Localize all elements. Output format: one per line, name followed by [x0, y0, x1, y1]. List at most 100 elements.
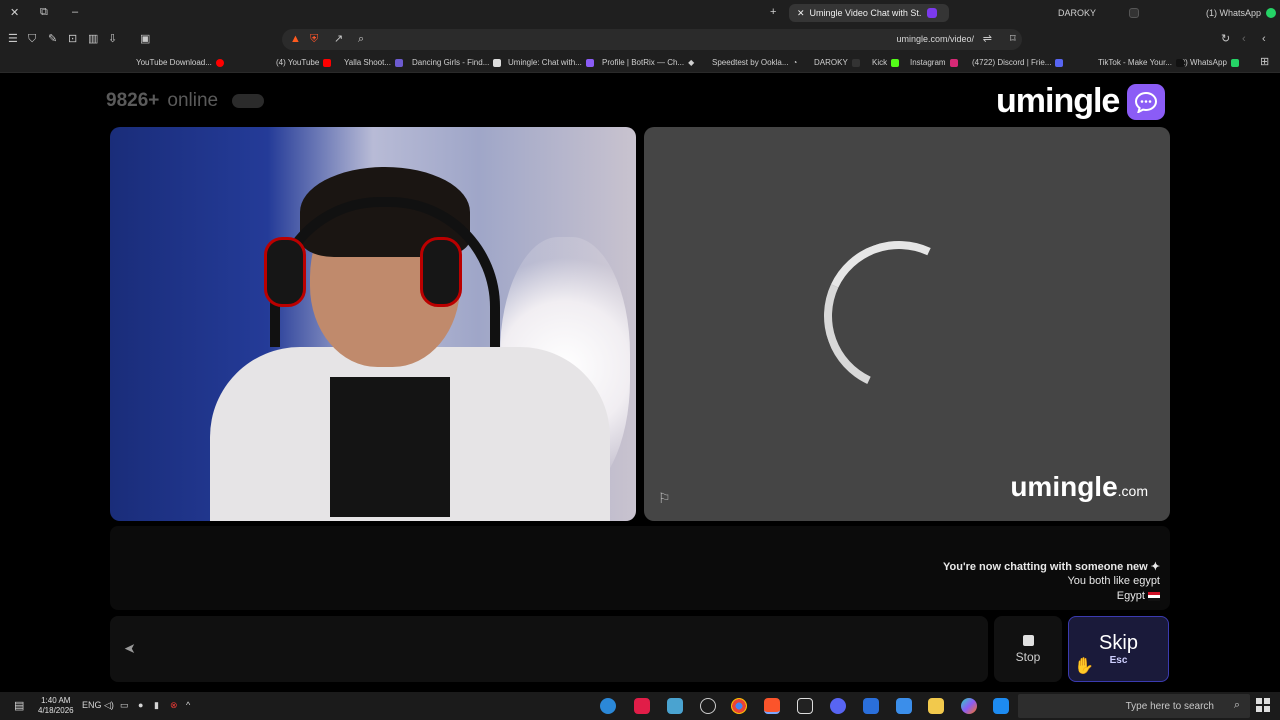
- reload-icon[interactable]: ↻: [1221, 33, 1230, 45]
- youtube-download-icon: [215, 58, 224, 67]
- shield-icon[interactable]: ⛉: [28, 33, 36, 45]
- bookmark-label: Dancing Girls - Find...: [412, 58, 490, 67]
- back-icon[interactable]: ‹: [1262, 33, 1266, 45]
- close-window-icon[interactable]: ✕: [10, 6, 19, 19]
- bookmark-item[interactable]: (4) YouTube: [276, 58, 332, 67]
- speedtest-icon: ◔: [792, 58, 798, 67]
- edge-app-icon[interactable]: [993, 698, 1009, 714]
- discord-icon: [1055, 58, 1064, 67]
- bookmark-item[interactable]: Instagram: [910, 58, 958, 67]
- bookmark-item[interactable]: Speedtest by Ookla... ◔: [712, 58, 797, 67]
- umingle-logo[interactable]: umingle: [996, 82, 1166, 121]
- brave-app-icon[interactable]: [764, 698, 780, 714]
- bookmark-item[interactable]: Dancing Girls - Find...: [412, 58, 502, 67]
- tab-umingle[interactable]: ✕ Umingle Video Chat with St...: [789, 4, 949, 22]
- zoom-icon[interactable]: ⌕: [358, 33, 364, 45]
- kick-studio-app-icon[interactable]: [634, 698, 650, 714]
- volume-icon[interactable]: ◁): [104, 700, 114, 711]
- notepad-app-icon[interactable]: [667, 698, 683, 714]
- watermark-main: umingle: [1010, 471, 1118, 502]
- microphone-icon[interactable]: ●: [138, 700, 143, 710]
- stop-icon: [1022, 634, 1034, 646]
- tab-whatsapp[interactable]: (1) WhatsApp: [1198, 4, 1280, 22]
- system-message: You're now chatting with someone new ✦: [943, 560, 1160, 573]
- stop-button[interactable]: Stop: [994, 616, 1062, 682]
- bookmark-item[interactable]: TikTok - Make Your...: [1098, 58, 1184, 67]
- copilot-app-icon[interactable]: [961, 698, 977, 714]
- umingle-favicon-icon: [926, 8, 937, 18]
- online-count: 9826+: [106, 90, 160, 111]
- obs-app-icon[interactable]: [700, 698, 716, 714]
- site-settings-icon[interactable]: ⇌: [983, 33, 992, 45]
- recording-icon[interactable]: ⊗: [170, 700, 178, 711]
- bookmark-icon[interactable]: ⌑: [1010, 33, 1016, 45]
- notifications-icon[interactable]: ▤: [14, 699, 24, 712]
- url-text: umingle.com/video/: [896, 34, 974, 44]
- hand-cursor-icon: ✋: [1074, 658, 1094, 675]
- bookmarks-bar: ⊞ (2) WhatsApp TikTok - Make Your... (47…: [0, 53, 1280, 73]
- tiktok-icon: [1175, 58, 1184, 67]
- online-toggle[interactable]: [232, 94, 265, 108]
- tab-daroky[interactable]: DAROKY: [1050, 4, 1147, 22]
- taskbar-search[interactable]: Type here to search ⌕: [1018, 694, 1250, 718]
- logo-text: umingle: [996, 82, 1120, 120]
- bookmark-item[interactable]: Yalla Shoot...: [344, 58, 403, 67]
- bookmark-item[interactable]: Umingle: Chat with...: [508, 58, 594, 67]
- show-hidden-icons-icon[interactable]: ^: [186, 700, 190, 710]
- screenshot-icon[interactable]: ⊡: [68, 33, 77, 45]
- egypt-flag-icon: [1148, 591, 1160, 601]
- telegram-app-icon[interactable]: [600, 698, 616, 714]
- download-icon[interactable]: ⇩: [108, 33, 117, 45]
- bookmark-label: Profile | BotRix — Ch...: [602, 58, 685, 67]
- minimize-window-icon[interactable]: –: [72, 6, 78, 18]
- umingle-icon: [585, 58, 594, 67]
- bookmark-item[interactable]: Kick: [872, 58, 900, 67]
- new-tab-button[interactable]: +: [770, 6, 776, 18]
- daroky-favicon-icon: [1129, 8, 1140, 18]
- clock-time: 1:40 AM: [41, 696, 71, 705]
- common-interest-message: You both like egypt: [1067, 575, 1160, 587]
- file-explorer-app-icon[interactable]: [928, 698, 944, 714]
- bookmark-label: Umingle: Chat with...: [508, 58, 582, 67]
- search-icon: ⌕: [1233, 699, 1240, 711]
- bookmark-item[interactable]: YouTube Download...: [136, 58, 224, 67]
- close-tab-icon[interactable]: ✕: [797, 8, 805, 19]
- brave-rewards-icon[interactable]: ▲: [290, 33, 301, 45]
- sidebar-icon[interactable]: ▥: [88, 33, 98, 45]
- tab-bar: ✕ ⧉ – + ✕ Umingle Video Chat with St... …: [0, 0, 1280, 26]
- whatsapp-favicon-icon: [1266, 8, 1277, 18]
- discord-app-icon[interactable]: [830, 698, 846, 714]
- language-indicator[interactable]: ENG: [82, 700, 102, 710]
- chrome-app-icon[interactable]: [731, 698, 747, 714]
- store-app-icon[interactable]: [896, 698, 912, 714]
- message-text: You're now chatting with someone new: [943, 561, 1148, 573]
- chat-bubble-icon: [1127, 83, 1166, 120]
- bookmark-item[interactable]: Profile | BotRix — Ch... ◆: [602, 58, 694, 67]
- share-icon[interactable]: ↗: [334, 33, 343, 45]
- apps-grid-icon[interactable]: ⊞: [1260, 56, 1269, 68]
- bookmark-label: Speedtest by Ookla...: [712, 58, 789, 67]
- extensions-icon[interactable]: ✎: [48, 33, 57, 45]
- bookmark-item[interactable]: (4722) Discord | Frie...: [972, 58, 1064, 67]
- mail-app-icon[interactable]: [863, 698, 879, 714]
- network-icon[interactable]: ▭: [120, 700, 129, 711]
- send-icon[interactable]: ➤: [124, 640, 136, 657]
- system-clock[interactable]: 1:40 AM 4/18/2026: [38, 696, 74, 716]
- bookmark-label: (4) YouTube: [276, 58, 320, 67]
- menu-icon[interactable]: ☰: [8, 33, 18, 45]
- windows-taskbar: ▤ 1:40 AM 4/18/2026 ENG ◁) ▭ ● ▮ ⊗ ^ Typ…: [0, 692, 1280, 720]
- message-input[interactable]: ➤: [110, 616, 988, 682]
- start-icon[interactable]: [1256, 698, 1272, 714]
- restore-window-icon[interactable]: ⧉: [40, 6, 48, 19]
- bookmark-item[interactable]: DAROKY: [814, 58, 860, 67]
- report-flag-icon[interactable]: ⚐: [658, 490, 671, 507]
- bookmark-item[interactable]: (2) WhatsApp: [1178, 58, 1239, 67]
- search-placeholder: Type here to search: [1125, 701, 1214, 712]
- audio-app-icon[interactable]: [797, 698, 813, 714]
- brave-shields-icon[interactable]: ⛨: [310, 33, 318, 45]
- address-bar[interactable]: ▲ ⛨ ↗ ⌕ umingle.com/video/ ⇌: [282, 29, 1022, 50]
- loading-spinner-icon: [802, 219, 996, 413]
- wallet-icon[interactable]: ▣: [140, 33, 150, 45]
- umingle-watermark: umingle.com: [1010, 471, 1148, 503]
- camera-icon[interactable]: ▮: [154, 700, 159, 711]
